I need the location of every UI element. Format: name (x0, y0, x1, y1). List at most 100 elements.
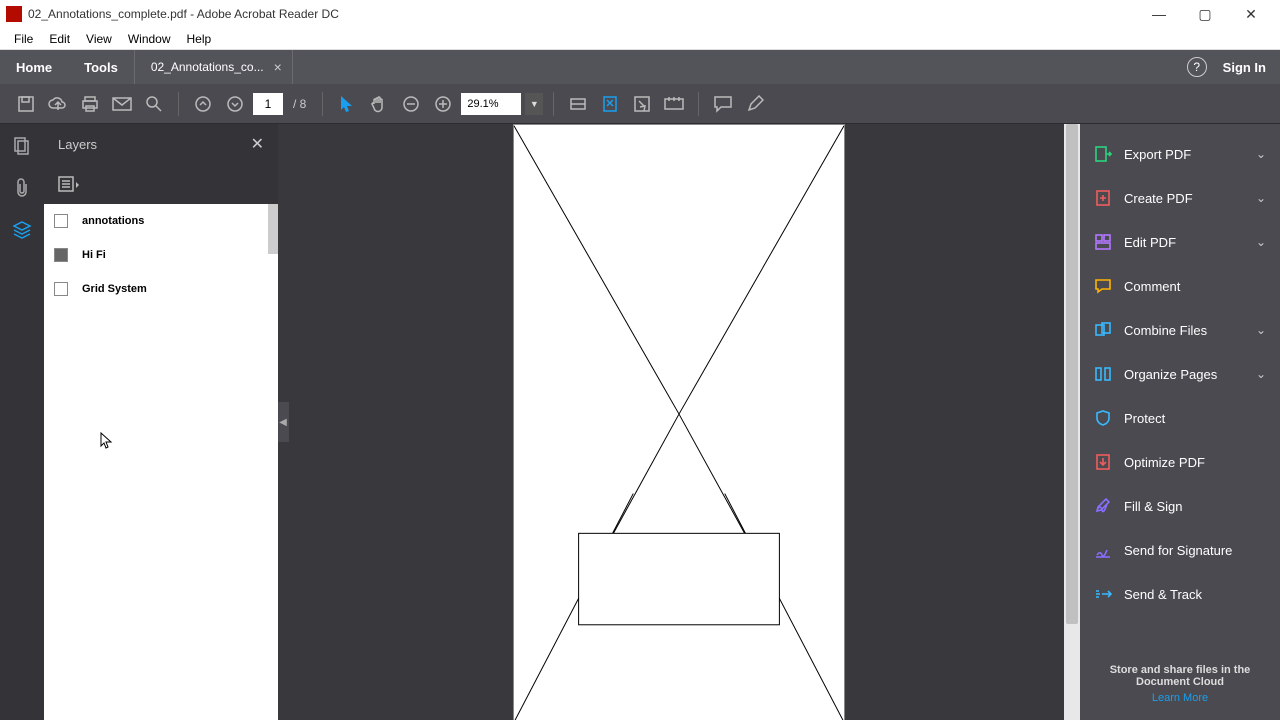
layers-panel: Layers ✕ annotations Hi Fi Grid System (44, 124, 278, 720)
close-tab-icon[interactable]: × (274, 59, 282, 75)
email-icon[interactable] (108, 90, 136, 118)
page-number-input[interactable] (253, 93, 283, 115)
collapse-handle-icon[interactable]: ◀ (278, 402, 289, 442)
hand-icon[interactable] (365, 90, 393, 118)
maximize-button[interactable]: ▢ (1182, 0, 1228, 28)
zoom-out-icon[interactable] (397, 90, 425, 118)
zoom-level-input[interactable]: 29.1% (461, 93, 521, 115)
tool-label: Combine Files (1124, 323, 1207, 338)
footer-text: Store and share files in the Document Cl… (1092, 664, 1268, 688)
close-window-button[interactable]: ✕ (1228, 0, 1274, 28)
tool-label: Create PDF (1124, 191, 1193, 206)
layers-list: annotations Hi Fi Grid System (44, 204, 278, 720)
tool-protect[interactable]: Protect (1080, 396, 1280, 440)
cloud-icon[interactable] (44, 90, 72, 118)
minimize-button[interactable]: — (1136, 0, 1182, 28)
close-panel-icon[interactable]: ✕ (251, 134, 264, 154)
tool-label: Send for Signature (1124, 543, 1232, 558)
read-mode-icon[interactable] (660, 90, 688, 118)
menubar: File Edit View Window Help (0, 28, 1280, 50)
tool-label: Edit PDF (1124, 235, 1176, 250)
menu-view[interactable]: View (78, 30, 120, 48)
page-up-icon[interactable] (189, 90, 217, 118)
menu-window[interactable]: Window (120, 30, 179, 48)
tool-export-pdf[interactable]: Export PDF ⌄ (1080, 132, 1280, 176)
page-total-label: / 8 (287, 97, 312, 111)
chevron-down-icon: ⌄ (1256, 323, 1266, 337)
window-titlebar: 02_Annotations_complete.pdf - Adobe Acro… (0, 0, 1280, 28)
zoom-in-icon[interactable] (429, 90, 457, 118)
tabbar: Home Tools 02_Annotations_co... × ? Sign… (0, 50, 1280, 84)
learn-more-link[interactable]: Learn More (1092, 692, 1268, 704)
tool-send-signature[interactable]: Send for Signature (1080, 528, 1280, 572)
tool-label: Send & Track (1124, 587, 1202, 602)
layers-panel-title: Layers (58, 137, 97, 152)
tool-label: Fill & Sign (1124, 499, 1183, 514)
layers-options-button[interactable] (44, 164, 278, 204)
attachments-icon[interactable] (10, 176, 34, 200)
menu-edit[interactable]: Edit (41, 30, 78, 48)
highlight-icon[interactable] (741, 90, 769, 118)
document-page (513, 124, 845, 720)
window-title: 02_Annotations_complete.pdf - Adobe Acro… (28, 7, 339, 21)
layer-visibility-checkbox[interactable] (54, 248, 68, 262)
tab-home[interactable]: Home (0, 50, 68, 84)
fit-page-icon[interactable] (596, 90, 624, 118)
layers-scrollbar[interactable] (268, 204, 278, 254)
pointer-icon[interactable] (333, 90, 361, 118)
save-icon[interactable] (12, 90, 40, 118)
chevron-down-icon: ⌄ (1256, 235, 1266, 249)
search-icon[interactable] (140, 90, 168, 118)
tool-send-track[interactable]: Send & Track (1080, 572, 1280, 616)
tools-pane: Export PDF ⌄ Create PDF ⌄ Edit PDF ⌄ Commen… (1080, 124, 1280, 720)
print-icon[interactable] (76, 90, 104, 118)
zoom-dropdown-icon[interactable]: ▼ (525, 93, 543, 115)
cursor-icon (100, 432, 114, 450)
tools-pane-footer: Store and share files in the Document Cl… (1080, 654, 1280, 720)
layer-visibility-checkbox[interactable] (54, 214, 68, 228)
fullscreen-icon[interactable] (628, 90, 656, 118)
app-icon (6, 6, 22, 22)
comment-icon[interactable] (709, 90, 737, 118)
export-pdf-icon (1094, 145, 1112, 163)
tool-optimize-pdf[interactable]: Optimize PDF (1080, 440, 1280, 484)
layer-item-hifi[interactable]: Hi Fi (44, 238, 278, 272)
edit-pdf-icon (1094, 233, 1112, 251)
document-area[interactable]: ◀ (278, 124, 1080, 720)
scrollbar-thumb[interactable] (1066, 124, 1078, 624)
layer-item-annotations[interactable]: annotations (44, 204, 278, 238)
layer-label: annotations (82, 215, 144, 227)
organize-pages-icon (1094, 365, 1112, 383)
help-icon[interactable]: ? (1187, 57, 1207, 77)
tab-tools[interactable]: Tools (68, 50, 134, 84)
tool-label: Export PDF (1124, 147, 1191, 162)
tool-label: Comment (1124, 279, 1180, 294)
thumbnails-icon[interactable] (10, 134, 34, 158)
layer-visibility-checkbox[interactable] (54, 282, 68, 296)
toolbar: / 8 29.1% ▼ (0, 84, 1280, 124)
send-signature-icon (1094, 541, 1112, 559)
tool-fill-sign[interactable]: Fill & Sign (1080, 484, 1280, 528)
tool-label: Protect (1124, 411, 1165, 426)
tool-organize-pages[interactable]: Organize Pages ⌄ (1080, 352, 1280, 396)
sign-in-button[interactable]: Sign In (1223, 60, 1266, 75)
tool-edit-pdf[interactable]: Edit PDF ⌄ (1080, 220, 1280, 264)
layer-item-grid[interactable]: Grid System (44, 272, 278, 306)
tab-document[interactable]: 02_Annotations_co... × (134, 50, 293, 84)
protect-icon (1094, 409, 1112, 427)
page-down-icon[interactable] (221, 90, 249, 118)
tool-combine-files[interactable]: Combine Files ⌄ (1080, 308, 1280, 352)
document-scrollbar[interactable] (1064, 124, 1080, 720)
fit-width-icon[interactable] (564, 90, 592, 118)
tool-create-pdf[interactable]: Create PDF ⌄ (1080, 176, 1280, 220)
menu-help[interactable]: Help (179, 30, 220, 48)
nav-pane (0, 124, 44, 720)
menu-file[interactable]: File (6, 30, 41, 48)
chevron-down-icon: ⌄ (1256, 147, 1266, 161)
tool-label: Organize Pages (1124, 367, 1217, 382)
layer-label: Hi Fi (82, 249, 106, 261)
chevron-down-icon: ⌄ (1256, 191, 1266, 205)
layers-icon[interactable] (10, 218, 34, 242)
tool-comment[interactable]: Comment (1080, 264, 1280, 308)
chevron-down-icon: ⌄ (1256, 367, 1266, 381)
